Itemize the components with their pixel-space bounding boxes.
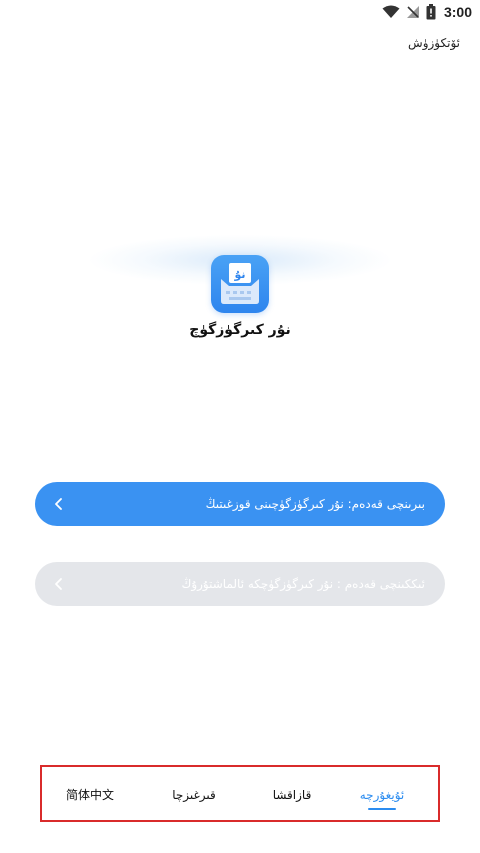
language-kazakh[interactable]: قازاقشا: [256, 767, 328, 820]
skip-button[interactable]: ئۆتكۈزۈش: [408, 36, 460, 50]
app-logo: نۇ: [211, 255, 269, 313]
keyboard-icon: نۇ: [221, 263, 259, 304]
status-bar: 3:00: [0, 0, 480, 24]
language-kazakh-label: قازاقشا: [272, 788, 312, 802]
language-uyghur-label: ئۇيغۇرچە: [359, 788, 405, 802]
battery-icon: [426, 4, 436, 20]
language-chinese-label: 简体中文: [65, 788, 114, 802]
chevron-left-icon: [55, 578, 62, 590]
chevron-left-icon: [55, 498, 62, 510]
app-name: نۇر كىرگۈزگۈچ: [189, 322, 291, 338]
active-tab-indicator: [368, 808, 396, 810]
step-2-switch-button[interactable]: ئىككىنچى قەدەم : نۇر كىرگۈزگۈچكە ئالماشت…: [35, 562, 445, 606]
language-selector: 简体中文 قىرغىزچا قازاقشا ئۇيغۇرچە: [40, 765, 440, 822]
no-signal-icon: [406, 5, 420, 19]
step-1-enable-button[interactable]: بىرىنچى قەدەم: نۇر كىرگۈزگۈچىنى قوزغىتىڭ: [35, 482, 445, 526]
language-kyrgyz[interactable]: قىرغىزچا: [158, 767, 230, 820]
wifi-icon: [382, 5, 400, 19]
step-2-label: ئىككىنچى قەدەم : نۇر كىرگۈزگۈچكە ئالماشت…: [181, 577, 425, 591]
status-icons: 3:00: [382, 3, 472, 21]
language-uyghur[interactable]: ئۇيغۇرچە: [346, 767, 418, 820]
language-kyrgyz-label: قىرغىزچا: [172, 788, 216, 802]
language-chinese[interactable]: 简体中文: [54, 767, 126, 820]
status-time: 3:00: [443, 4, 472, 20]
app-logo-glyph: نۇ: [233, 268, 245, 281]
step-1-label: بىرىنچى قەدەم: نۇر كىرگۈزگۈچىنى قوزغىتىڭ: [205, 497, 425, 511]
